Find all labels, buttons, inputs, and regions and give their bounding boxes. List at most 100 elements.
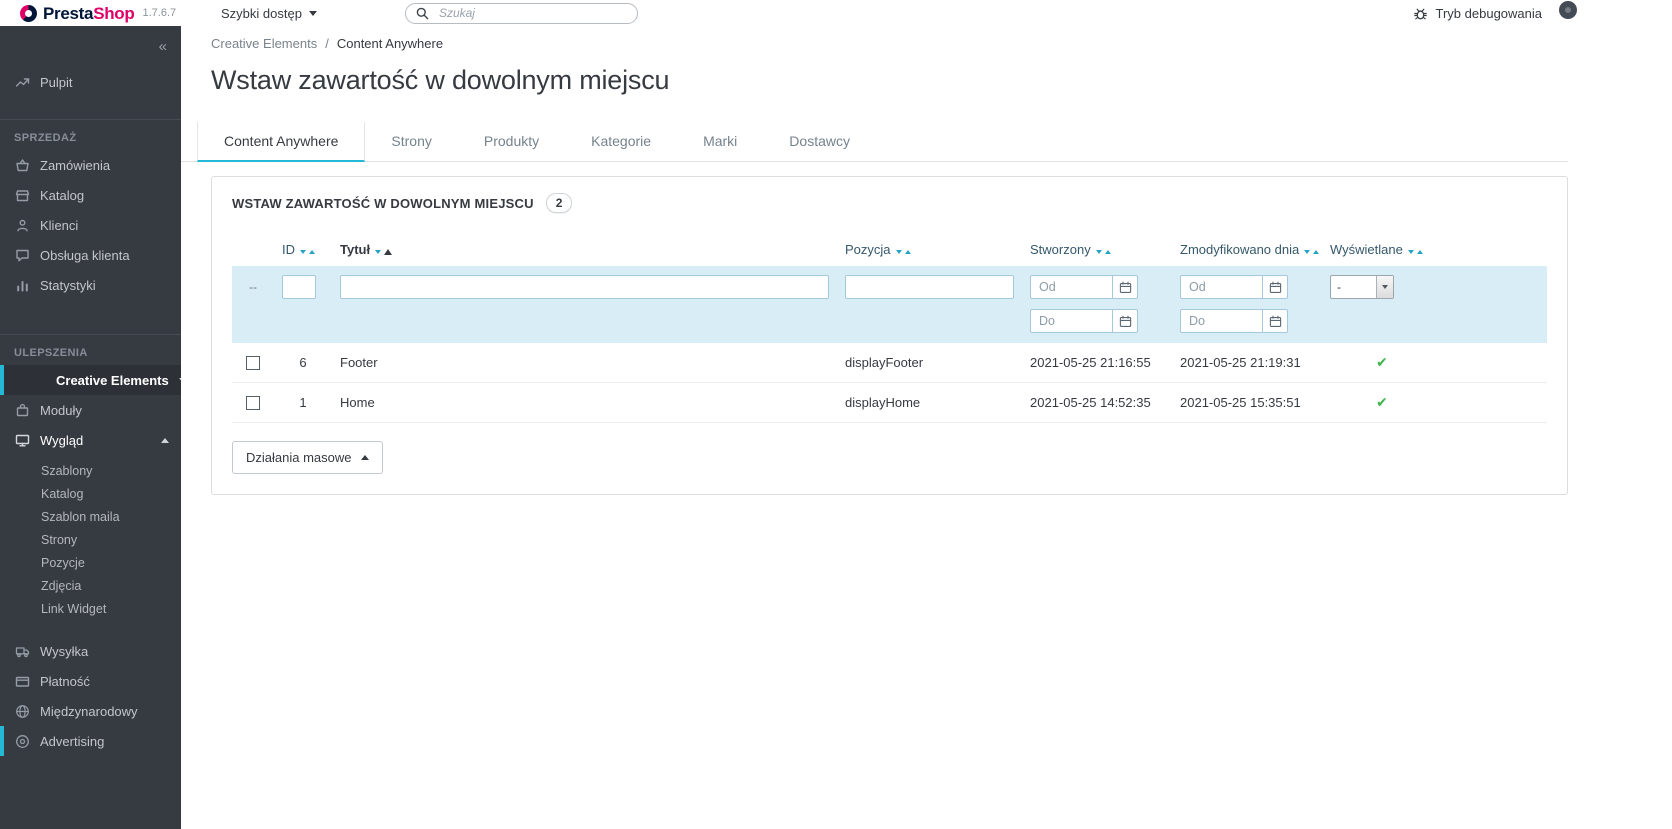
- filter-position-input[interactable]: [845, 275, 1014, 299]
- header-pozycja[interactable]: Pozycja: [837, 233, 1022, 266]
- sort-asc-icon[interactable]: [904, 250, 911, 254]
- tab-content-anywhere[interactable]: Content Anywhere: [197, 122, 366, 162]
- row-checkbox[interactable]: [246, 356, 260, 371]
- tab-strony[interactable]: Strony: [365, 122, 457, 161]
- submenu-item-zdjecia[interactable]: Zdjęcia: [0, 575, 181, 598]
- breadcrumb: Creative Elements / Content Anywhere: [211, 36, 1568, 51]
- collapse-sidebar-button[interactable]: «: [159, 38, 167, 55]
- displayed-check-icon[interactable]: ✔: [1376, 354, 1388, 370]
- header-zmodyfikowano[interactable]: Zmodyfikowano dnia: [1172, 233, 1322, 266]
- calendar-icon: [1269, 281, 1281, 293]
- calendar-icon: [1119, 315, 1131, 327]
- sidebar-item-pulpit[interactable]: Pulpit: [0, 67, 181, 97]
- table-row[interactable]: 6 Footer displayFooter 2021-05-25 21:16:…: [232, 343, 1547, 383]
- prestashop-logo-text: PrestaShop: [43, 3, 135, 23]
- filter-created-to-group: [1030, 309, 1138, 333]
- sidebar-item-label: Katalog: [40, 187, 85, 203]
- sort-desc-icon[interactable]: [375, 250, 382, 254]
- trending-up-icon: [14, 74, 30, 90]
- sort-asc-icon[interactable]: [1416, 250, 1423, 254]
- filter-created-to-input[interactable]: [1030, 309, 1112, 333]
- sidebar-item-label: Statystyki: [40, 277, 96, 293]
- sidebar-item-wyglad[interactable]: Wygląd: [0, 425, 181, 455]
- puzzle-icon: [14, 402, 30, 418]
- sort-desc-icon[interactable]: [1304, 250, 1311, 254]
- submenu-item-szablon-maila[interactable]: Szablon maila: [0, 506, 181, 529]
- table-row[interactable]: 1 Home displayHome 2021-05-25 14:52:35 2…: [232, 382, 1547, 423]
- sidebar-item-wysylka[interactable]: Wysyłka: [0, 636, 181, 666]
- sort-asc-active-icon[interactable]: [384, 249, 393, 255]
- cell-position: displayFooter: [837, 343, 1022, 383]
- panel-title: WSTAW ZAWARTOŚĆ W DOWOLNYM MIEJSCU: [232, 195, 534, 211]
- tab-kategorie[interactable]: Kategorie: [565, 122, 677, 161]
- notification-icon[interactable]: [1559, 1, 1577, 19]
- sidebar-item-label: Moduły: [40, 402, 82, 418]
- sidebar-item-katalog[interactable]: Katalog: [0, 180, 181, 210]
- sidebar-item-obsluga-klienta[interactable]: Obsługa klienta: [0, 240, 181, 270]
- records-table: ID Tytuł Pozycja Stworzony Zmodyfikowano…: [232, 233, 1547, 423]
- sidebar-item-creative-elements[interactable]: Creative Elements: [0, 365, 181, 395]
- prestashop-logo-icon: [20, 4, 37, 22]
- sort-desc-icon[interactable]: [895, 250, 902, 254]
- filter-created-from-group: [1030, 275, 1138, 299]
- sort-asc-icon[interactable]: [1313, 250, 1320, 254]
- calendar-button[interactable]: [1112, 275, 1138, 299]
- sidebar-item-advertising[interactable]: Advertising: [0, 726, 181, 756]
- displayed-check-icon[interactable]: ✔: [1376, 394, 1388, 410]
- sort-asc-icon[interactable]: [1104, 250, 1111, 254]
- sidebar-item-miedzynarodowy[interactable]: Międzynarodowy: [0, 696, 181, 726]
- bulk-actions-label: Działania masowe: [246, 450, 352, 465]
- header-wyswietlane[interactable]: Wyświetlane: [1322, 233, 1442, 266]
- submenu-item-strony[interactable]: Strony: [0, 529, 181, 552]
- sort-desc-icon[interactable]: [1095, 250, 1102, 254]
- search-input[interactable]: [436, 5, 627, 21]
- bar-chart-icon: [14, 277, 30, 293]
- submenu-item-link-widget[interactable]: Link Widget: [0, 598, 181, 621]
- sidebar-item-label: Wysyłka: [40, 643, 89, 659]
- quick-access-dropdown[interactable]: Szybki dostęp: [211, 6, 327, 21]
- prestashop-logo[interactable]: PrestaShop 1.7.6.7: [0, 3, 211, 23]
- chat-bubble-icon: [14, 247, 30, 263]
- filter-displayed-select[interactable]: -: [1330, 275, 1394, 299]
- sidebar-item-label: Międzynarodowy: [40, 703, 138, 719]
- filter-modified-from-input[interactable]: [1180, 275, 1262, 299]
- filter-id-input[interactable]: [282, 275, 316, 299]
- tab-dostawcy[interactable]: Dostawcy: [763, 122, 876, 161]
- tab-produkty[interactable]: Produkty: [458, 122, 565, 161]
- breadcrumb-parent-link[interactable]: Creative Elements: [211, 36, 317, 51]
- caret-down-icon: [1382, 285, 1388, 289]
- sidebar-item-platnosc[interactable]: Płatność: [0, 666, 181, 696]
- search-icon: [416, 7, 429, 19]
- submenu-item-pozycje[interactable]: Pozycje: [0, 552, 181, 575]
- app-window: PrestaShop 1.7.6.7 Szybki dostęp Tryb de…: [0, 0, 1577, 829]
- sidebar-item-label: Klienci: [40, 217, 79, 233]
- sidebar-item-zamowienia[interactable]: Zamówienia: [0, 150, 181, 180]
- submenu-item-szablony[interactable]: Szablony: [0, 460, 181, 483]
- sidebar-item-moduly[interactable]: Moduły: [0, 395, 181, 425]
- sort-desc-icon[interactable]: [300, 250, 306, 254]
- bulk-actions-button[interactable]: Działania masowe: [232, 441, 383, 474]
- tab-marki[interactable]: Marki: [677, 122, 763, 161]
- sidebar-item-klienci[interactable]: Klienci: [0, 210, 181, 240]
- filter-created-from-input[interactable]: [1030, 275, 1112, 299]
- calendar-button[interactable]: [1262, 275, 1288, 299]
- header-stworzony[interactable]: Stworzony: [1022, 233, 1172, 266]
- header-tytul[interactable]: Tytuł: [332, 233, 837, 266]
- person-icon: [14, 217, 30, 233]
- sidebar-item-statystyki[interactable]: Statystyki: [0, 270, 181, 300]
- submenu-item-katalog[interactable]: Katalog: [0, 483, 181, 506]
- breadcrumb-separator: /: [325, 36, 329, 51]
- row-checkbox[interactable]: [246, 396, 260, 411]
- filter-modified-to-input[interactable]: [1180, 309, 1262, 333]
- count-badge: 2: [545, 193, 573, 213]
- sort-asc-icon[interactable]: [309, 250, 315, 254]
- sidebar-item-label: Advertising: [40, 733, 105, 749]
- filter-modified-from-group: [1180, 275, 1288, 299]
- debug-mode-button[interactable]: Tryb debugowania: [1413, 6, 1542, 21]
- header-id[interactable]: ID: [274, 233, 332, 266]
- sidebar: « Pulpit SPRZEDAŻ Zamówienia Katalog Kli…: [0, 26, 181, 829]
- filter-title-input[interactable]: [340, 275, 829, 299]
- calendar-button[interactable]: [1112, 309, 1138, 333]
- calendar-button[interactable]: [1262, 309, 1288, 333]
- sort-desc-icon[interactable]: [1407, 250, 1414, 254]
